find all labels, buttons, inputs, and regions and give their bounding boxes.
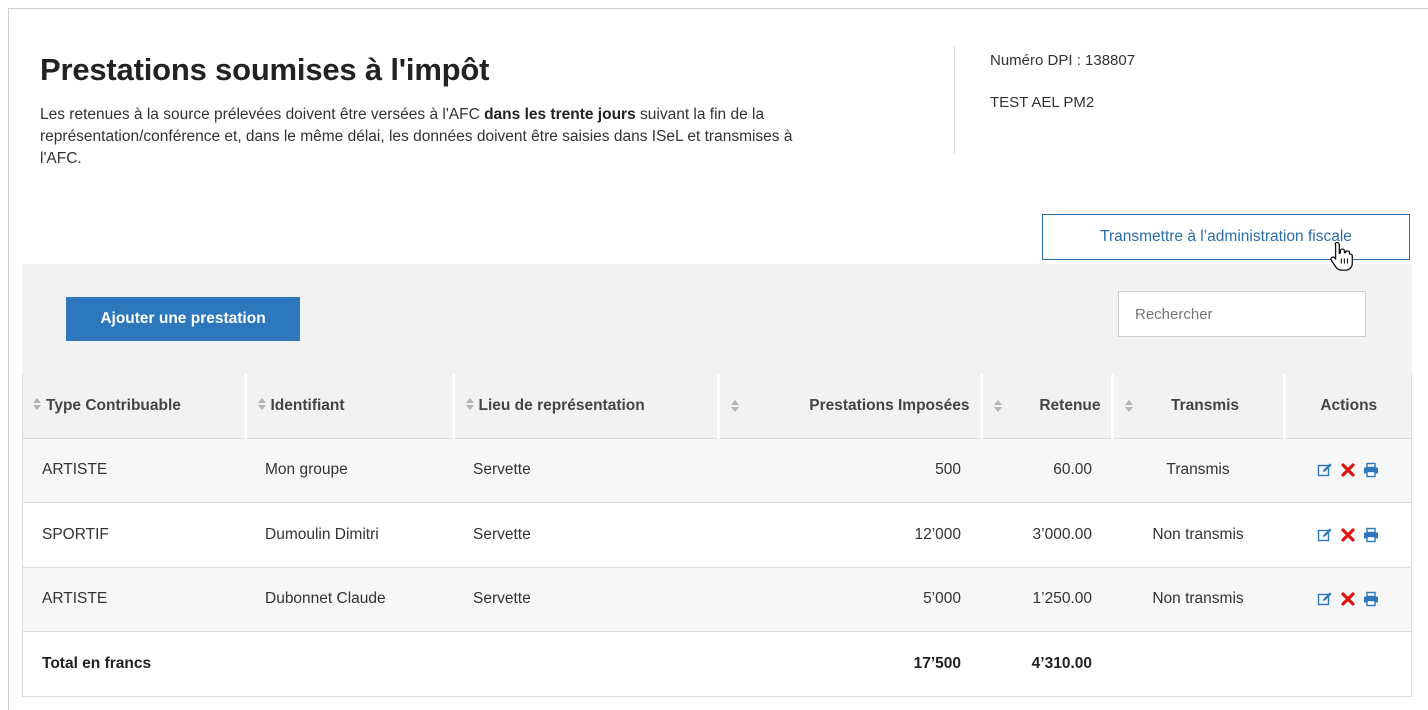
cell-prestations: 12’000 <box>718 502 981 567</box>
hand-pointer-icon <box>1328 240 1356 272</box>
delete-icon[interactable] <box>1340 591 1356 607</box>
col-header-transmis[interactable]: Transmis <box>1110 374 1284 438</box>
col-header-retenue[interactable]: Retenue <box>979 374 1112 438</box>
intro-text: Les retenues à la source prélevées doive… <box>40 104 830 170</box>
dpi-number: Numéro DPI : 138807 <box>990 52 1136 69</box>
cell-identifiant: Mon groupe <box>245 437 453 503</box>
cell-actions <box>1284 566 1412 632</box>
prestations-table: Type Contribuable Identifiant Lieu de re… <box>22 374 1412 697</box>
col-header-label: Type Contribuable <box>46 396 181 414</box>
col-header-label: Lieu de représentation <box>478 396 645 414</box>
cell-lieu: Servette <box>453 437 718 503</box>
table-row: ARTISTE Mon groupe Servette 500 60.00 Tr… <box>22 437 1412 503</box>
col-header-label: Identifiant <box>270 396 345 414</box>
cell-transmis: Non transmis <box>1112 566 1284 632</box>
total-empty <box>453 631 718 697</box>
table-row: ARTISTE Dubonnet Claude Servette 5’000 1… <box>22 566 1412 632</box>
total-prestations: 17’500 <box>718 631 981 697</box>
edit-icon[interactable] <box>1317 462 1333 478</box>
col-header-type[interactable]: Type Contribuable <box>22 374 245 438</box>
total-empty <box>245 631 453 697</box>
cell-actions <box>1284 437 1412 503</box>
print-icon[interactable] <box>1363 527 1379 543</box>
col-header-lieu[interactable]: Lieu de représentation <box>451 374 718 438</box>
sort-icon <box>993 399 1003 413</box>
cell-identifiant: Dumoulin Dimitri <box>245 502 453 567</box>
sort-icon <box>257 397 267 411</box>
sort-icon <box>32 397 42 411</box>
cell-type: SPORTIF <box>22 502 245 567</box>
cell-identifiant: Dubonnet Claude <box>245 566 453 632</box>
page-title: Prestations soumises à l'impôt <box>40 52 490 87</box>
cell-retenue: 1’250.00 <box>981 566 1112 632</box>
edit-icon[interactable] <box>1317 591 1333 607</box>
cell-lieu: Servette <box>453 502 718 567</box>
cell-type: ARTISTE <box>22 437 245 503</box>
edit-icon[interactable] <box>1317 527 1333 543</box>
cell-prestations: 5’000 <box>718 566 981 632</box>
add-prestation-button[interactable]: Ajouter une prestation <box>66 297 300 341</box>
cell-actions <box>1284 502 1412 567</box>
col-header-identifiant[interactable]: Identifiant <box>243 374 453 438</box>
print-icon[interactable] <box>1363 462 1379 478</box>
total-row: Total en francs 17’500 4’310.00 <box>22 631 1412 697</box>
intro-text-part1: Les retenues à la source prélevées doive… <box>40 106 485 123</box>
sort-icon <box>465 397 475 411</box>
col-header-label: Retenue <box>1039 396 1101 414</box>
col-header-prestations[interactable]: Prestations Imposées <box>716 374 981 438</box>
cell-lieu: Servette <box>453 566 718 632</box>
delete-icon[interactable] <box>1340 527 1356 543</box>
delete-icon[interactable] <box>1340 462 1356 478</box>
cell-transmis: Transmis <box>1112 437 1284 503</box>
total-empty <box>1284 631 1412 697</box>
intro-text-bold: dans les trente jours <box>484 106 636 123</box>
header-divider <box>954 46 955 154</box>
sort-icon <box>730 399 740 413</box>
sort-icon <box>1124 399 1134 413</box>
col-header-actions: Actions <box>1282 374 1412 438</box>
total-label: Total en francs <box>22 631 245 697</box>
table-row: SPORTIF Dumoulin Dimitri Servette 12’000… <box>22 502 1412 567</box>
cell-retenue: 3’000.00 <box>981 502 1112 567</box>
col-header-label: Prestations Imposées <box>809 396 970 414</box>
table-header-row: Type Contribuable Identifiant Lieu de re… <box>22 374 1412 438</box>
company-name: TEST AEL PM2 <box>990 94 1095 111</box>
cell-retenue: 60.00 <box>981 437 1112 503</box>
total-empty <box>1112 631 1284 697</box>
total-retenue: 4’310.00 <box>981 631 1112 697</box>
col-header-label: Transmis <box>1170 396 1240 414</box>
cell-transmis: Non transmis <box>1112 502 1284 567</box>
search-input[interactable] <box>1118 291 1366 337</box>
cell-prestations: 500 <box>718 437 981 503</box>
cell-type: ARTISTE <box>22 566 245 632</box>
print-icon[interactable] <box>1363 591 1379 607</box>
